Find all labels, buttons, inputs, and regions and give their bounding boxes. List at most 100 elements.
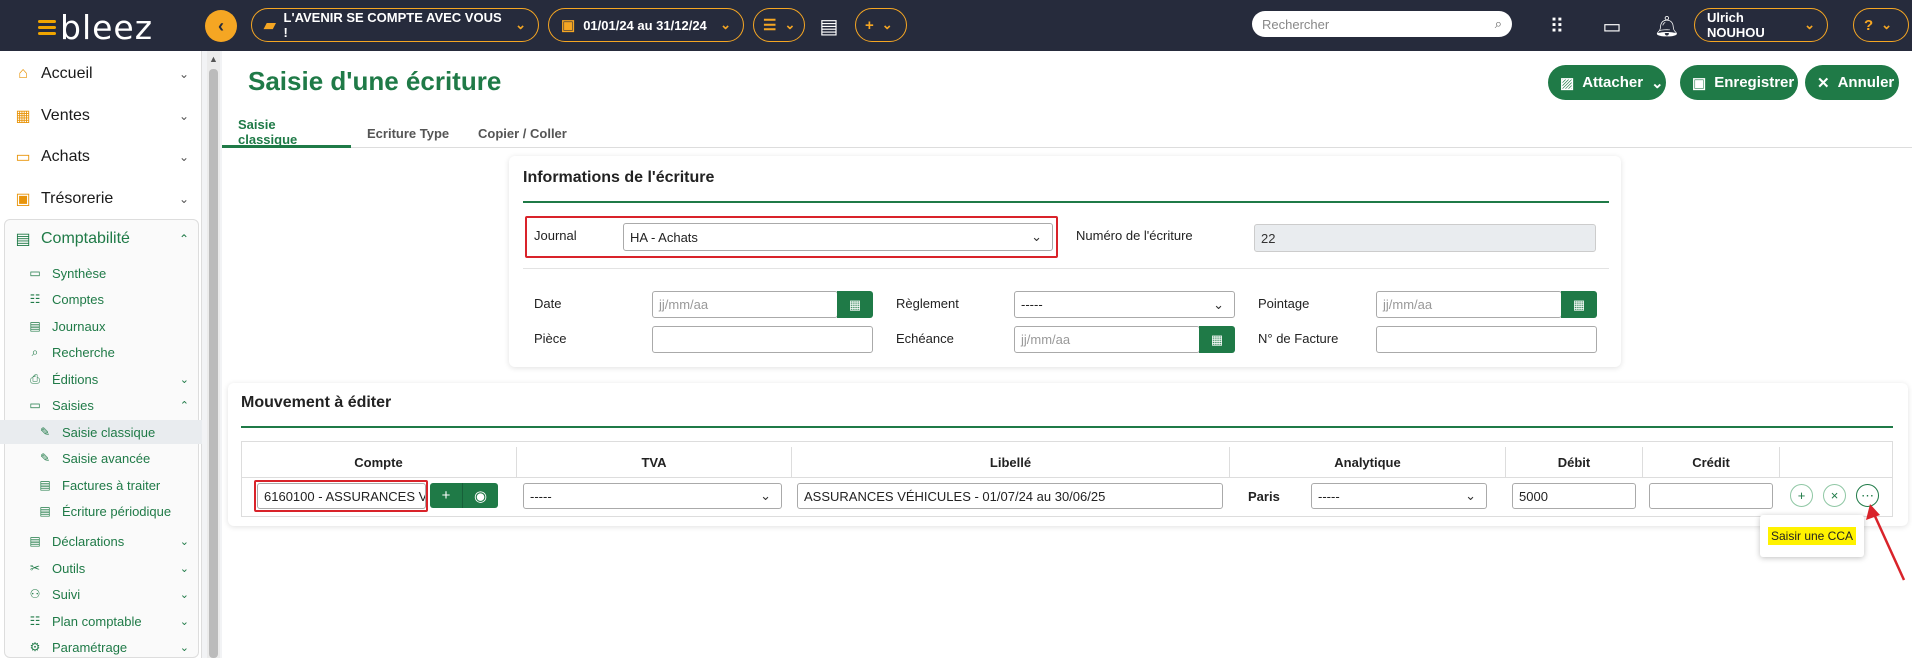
- sidebar-item-saisie-avancee[interactable]: ✎ Saisie avancée: [0, 447, 202, 469]
- column-header: Crédit: [1643, 447, 1780, 477]
- sidebar-item-ecriture-periodique[interactable]: ▤ Écriture périodique: [0, 500, 202, 522]
- chevron-down-icon: ⌄: [179, 641, 189, 654]
- add-compte-button[interactable]: +: [430, 483, 462, 508]
- chevron-down-icon: ⌄: [179, 588, 189, 601]
- chevron-down-icon: ⌄: [1881, 17, 1893, 32]
- collapse-sidebar-button[interactable]: ‹: [205, 10, 237, 42]
- echeance-input[interactable]: jj/mm/aa: [1014, 326, 1200, 353]
- cancel-button[interactable]: ✕ Annuler: [1805, 65, 1899, 100]
- sidebar-item-label: Accueil: [41, 65, 93, 82]
- chevron-down-icon: ⌄: [178, 109, 189, 123]
- column-header: TVA: [517, 447, 792, 477]
- bell-icon[interactable]: 🔔︎: [1651, 10, 1683, 42]
- add-line-button[interactable]: +: [1790, 484, 1813, 507]
- column-header-label: Analytique: [1334, 454, 1401, 470]
- sidebar-item-comptes[interactable]: ☷ Comptes: [0, 288, 202, 310]
- document-icon[interactable]: ▤: [813, 10, 845, 42]
- tab-label: Ecriture Type: [367, 125, 450, 141]
- libelle-input[interactable]: ASSURANCES VÉHICULES - 01/07/24 au 30/06…: [797, 483, 1223, 509]
- analytique-axis-label: Paris: [1248, 489, 1280, 504]
- sidebar-item-plan-comptable[interactable]: ☷ Plan comptable ⌄: [0, 610, 202, 632]
- period-selector[interactable]: ▣ 01/01/24 au 31/12/24 ⌄: [548, 8, 744, 42]
- company-name: L'AVENIR SE COMPTE AVEC VOUS !: [283, 10, 502, 40]
- libelle-value: ASSURANCES VÉHICULES - 01/07/24 au 30/06…: [804, 488, 1106, 504]
- calendar-icon[interactable]: ▦: [837, 291, 873, 318]
- sidebar-sub-label: Outils: [52, 560, 86, 576]
- reglement-select[interactable]: ----- ⌄: [1014, 291, 1235, 318]
- save-button[interactable]: ▣ Enregistrer: [1680, 65, 1798, 100]
- delete-line-button[interactable]: ×: [1823, 484, 1846, 507]
- scroll-up-arrow-icon[interactable]: ▲: [209, 54, 218, 64]
- apps-grid-icon[interactable]: ⠿: [1541, 10, 1573, 42]
- tab-saisie-classique[interactable]: Saisie classique: [222, 117, 351, 148]
- sidebar-item-journaux[interactable]: ▤ Journaux: [0, 315, 202, 337]
- add-menu-button[interactable]: + ⌄: [855, 8, 907, 42]
- scrollbar-thumb[interactable]: [209, 69, 218, 658]
- sidebar-item-outils[interactable]: ✂ Outils ⌄: [0, 557, 202, 579]
- bleez-logo[interactable]: bleez: [38, 8, 153, 47]
- saisir-cca-menu-item[interactable]: Saisir une CCA: [1760, 515, 1864, 557]
- chat-bot-icon[interactable]: ▭: [1596, 10, 1628, 42]
- sidebar-item-comptabilite[interactable]: ▤ Comptabilité ⌃: [0, 225, 202, 253]
- sidebar-item-accueil[interactable]: ⌂ Accueil ⌄: [0, 60, 202, 88]
- company-selector[interactable]: ▰ L'AVENIR SE COMPTE AVEC VOUS ! ⌄: [251, 8, 539, 42]
- sidebar-item-achats[interactable]: ▭ Achats ⌄: [0, 143, 202, 171]
- help-icon: ?: [1864, 16, 1874, 34]
- sidebar-item-saisies[interactable]: ▭ Saisies ⌃: [0, 394, 202, 416]
- sidebar-item-tresorerie[interactable]: ▣ Trésorerie ⌄: [0, 185, 202, 213]
- sidebar-item-suivi[interactable]: ⚇ Suivi ⌄: [0, 583, 202, 605]
- sidebar-item-saisie-classique[interactable]: ✎ Saisie classique: [0, 420, 202, 444]
- sidebar-item-declarations[interactable]: ▤ Déclarations ⌄: [0, 530, 202, 552]
- search-input[interactable]: Rechercher ⌕: [1252, 11, 1512, 37]
- pointage-input[interactable]: jj/mm/aa: [1376, 291, 1562, 318]
- date-input[interactable]: jj/mm/aa: [652, 291, 838, 318]
- book-icon: ▤: [29, 319, 41, 333]
- sidebar-sub-label: Éditions: [52, 371, 99, 387]
- facture-input[interactable]: [1376, 326, 1597, 353]
- column-header-label: Crédit: [1692, 454, 1730, 470]
- chevron-down-icon: ⌄: [515, 17, 526, 32]
- annotation-highlight-journal: [525, 216, 1058, 258]
- column-header-label: Débit: [1557, 454, 1591, 470]
- logo-mark-icon: [38, 17, 56, 38]
- echeance-label: Echéance: [896, 331, 954, 346]
- list-tree-icon: ☷: [29, 292, 41, 306]
- tva-select[interactable]: ----- ⌄: [523, 483, 782, 509]
- list-menu-button[interactable]: ☰ ⌄: [753, 8, 805, 42]
- credit-input[interactable]: [1649, 483, 1773, 509]
- sidebar-item-editions[interactable]: ⎙ Éditions ⌄: [0, 368, 202, 390]
- sidebar-sub-label: Écriture périodique: [62, 503, 172, 519]
- document-icon: ▤: [39, 504, 51, 518]
- row-divider: [523, 268, 1609, 269]
- sidebar-item-parametrage[interactable]: ⚙ Paramétrage ⌄: [0, 636, 202, 658]
- sidebar-scrollbar[interactable]: ▲: [207, 51, 220, 658]
- analytique-select[interactable]: ----- ⌄: [1311, 483, 1487, 509]
- user-menu[interactable]: Ulrich NOUHOU ⌄: [1694, 8, 1828, 42]
- period-text: 01/01/24 au 31/12/24: [583, 17, 707, 33]
- view-compte-button[interactable]: ◉: [462, 483, 498, 508]
- debit-input[interactable]: 5000: [1512, 483, 1636, 509]
- echeance-placeholder: jj/mm/aa: [1021, 332, 1071, 347]
- sidebar-item-ventes[interactable]: ▦ Ventes ⌄: [0, 102, 202, 130]
- tab-label: Copier / Coller: [478, 125, 567, 141]
- calendar-icon[interactable]: ▦: [1561, 291, 1597, 318]
- chevron-down-icon: ⌄: [1804, 17, 1815, 32]
- attach-button[interactable]: ▨ Attacher ⌄: [1548, 65, 1666, 100]
- tab-ecriture-type[interactable]: Ecriture Type: [351, 118, 465, 148]
- sidebar-item-recherche[interactable]: ⌕ Recherche: [0, 341, 202, 363]
- sidebar-sub-label: Journaux: [52, 318, 106, 334]
- pencil-icon: ✎: [39, 451, 51, 465]
- store-icon: ▦: [15, 108, 31, 125]
- column-header-label: TVA: [641, 454, 667, 470]
- sidebar-item-synthese[interactable]: ▭ Synthèse: [0, 262, 202, 284]
- tab-copier-coller[interactable]: Copier / Coller: [462, 118, 583, 148]
- pencil-icon: ✎: [39, 425, 51, 439]
- help-menu[interactable]: ? ⌄: [1853, 8, 1909, 42]
- calendar-icon[interactable]: ▦: [1199, 326, 1235, 353]
- piece-input[interactable]: [652, 326, 873, 353]
- close-icon: ×: [1830, 488, 1839, 503]
- chevron-down-icon: ⌄: [179, 535, 189, 548]
- debit-value: 5000: [1519, 488, 1548, 504]
- sidebar-sub-label: Saisie classique: [62, 424, 156, 440]
- sidebar-item-factures-a-traiter[interactable]: ▤ Factures à traiter: [0, 474, 202, 496]
